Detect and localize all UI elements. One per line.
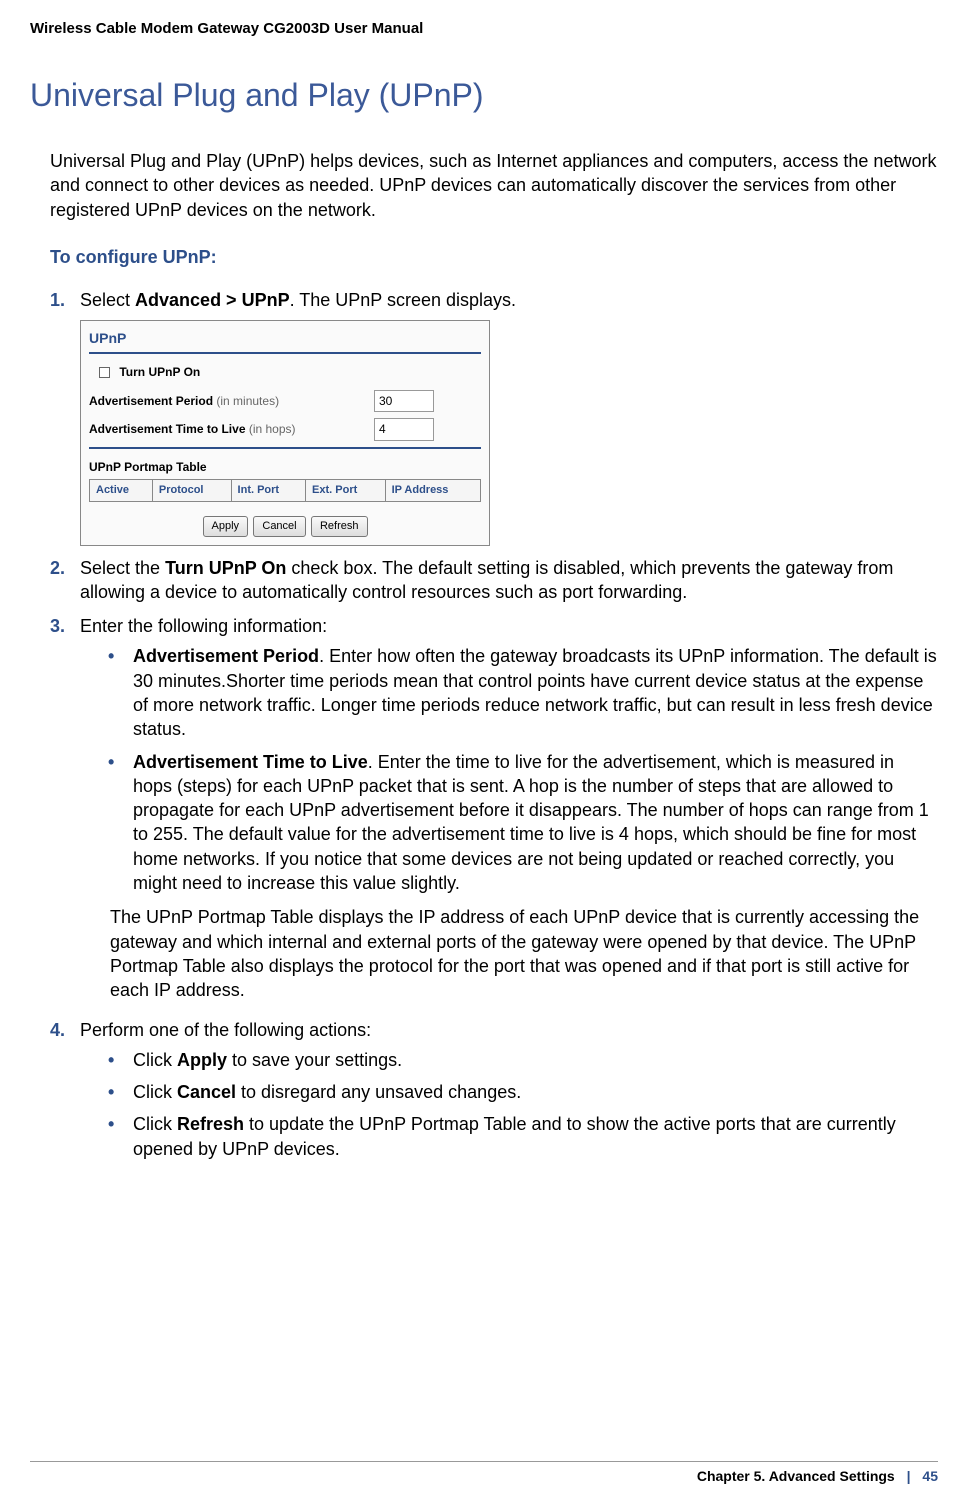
bullet-text: Click — [133, 1082, 177, 1102]
step-3: 3 Enter the following information: Adver… — [50, 614, 938, 1002]
field-label-text: Advertisement Period — [89, 394, 213, 408]
checkbox-label: Turn UPnP On — [119, 365, 200, 379]
divider — [89, 352, 481, 354]
list-item: Click Apply to save your settings. — [108, 1048, 938, 1072]
panel-title: UPnP — [89, 329, 481, 348]
bullet-text-tail: to disregard any unsaved changes. — [236, 1082, 521, 1102]
button-name: Apply — [177, 1050, 227, 1070]
page-footer: Chapter 5. Advanced Settings | 45 — [30, 1461, 938, 1484]
footer-separator: | — [907, 1468, 911, 1484]
footer-chapter: Chapter 5. Advanced Settings — [697, 1468, 895, 1484]
page-content: Universal Plug and Play (UPnP) Universal… — [0, 37, 978, 1161]
list-item: Advertisement Period. Enter how often th… — [108, 644, 938, 741]
step-number: 1 — [50, 288, 65, 312]
field-name: Advertisement Period — [133, 646, 319, 666]
apply-button[interactable]: Apply — [203, 516, 249, 537]
portmap-table-title: UPnP Portmap Table — [89, 459, 481, 475]
bullet-text: . Enter the time to live for the adverti… — [133, 752, 929, 893]
step-1: 1 Select Advanced > UPnP. The UPnP scree… — [50, 288, 938, 546]
page-title: Universal Plug and Play (UPnP) — [30, 77, 938, 114]
col-ext-port: Ext. Port — [306, 479, 386, 501]
intro-paragraph: Universal Plug and Play (UPnP) helps dev… — [50, 149, 938, 222]
col-int-port: Int. Port — [231, 479, 306, 501]
portmap-table: Active Protocol Int. Port Ext. Port IP A… — [89, 479, 481, 502]
step-number: 2 — [50, 556, 65, 580]
bullet-text-tail: to update the UPnP Portmap Table and to … — [133, 1114, 896, 1158]
cancel-button[interactable]: Cancel — [253, 516, 305, 537]
step-2: 2 Select the Turn UPnP On check box. The… — [50, 556, 938, 605]
field-label-text: Advertisement Time to Live — [89, 422, 246, 436]
advertisement-ttl-row: Advertisement Time to Live (in hops) 4 — [89, 418, 481, 440]
bullet-text: Click — [133, 1114, 177, 1134]
col-ip-address: IP Address — [385, 479, 480, 501]
step-number: 3 — [50, 614, 65, 638]
page-header: Wireless Cable Modem Gateway CG2003D Use… — [0, 0, 978, 37]
configure-heading: To configure UPnP: — [50, 247, 938, 268]
step-text: Select the — [80, 558, 165, 578]
option-name: Turn UPnP On — [165, 558, 286, 578]
field-hint: (in hops) — [246, 422, 296, 436]
field-label: Advertisement Period (in minutes) — [89, 393, 374, 409]
footer-page-number: 45 — [922, 1468, 938, 1484]
step-text: Select — [80, 290, 135, 310]
field-hint: (in minutes) — [213, 394, 279, 408]
sub-bullets: Advertisement Period. Enter how often th… — [108, 644, 938, 895]
col-protocol: Protocol — [152, 479, 231, 501]
upnp-screenshot: UPnP Turn UPnP On Advertisement Period (… — [80, 320, 490, 545]
table-header-row: Active Protocol Int. Port Ext. Port IP A… — [90, 479, 481, 501]
advertisement-period-input[interactable]: 30 — [374, 390, 434, 412]
turn-upnp-on-row: Turn UPnP On — [99, 364, 481, 380]
menu-path: Advanced > UPnP — [135, 290, 290, 310]
list-item: Click Refresh to update the UPnP Portmap… — [108, 1112, 938, 1161]
bullet-text-tail: to save your settings. — [227, 1050, 402, 1070]
sub-bullets: Click Apply to save your settings. Click… — [108, 1048, 938, 1161]
step-text-tail: . The UPnP screen displays. — [290, 290, 516, 310]
divider — [89, 447, 481, 449]
refresh-button[interactable]: Refresh — [311, 516, 368, 537]
portmap-description: The UPnP Portmap Table displays the IP a… — [110, 905, 938, 1002]
field-label: Advertisement Time to Live (in hops) — [89, 421, 374, 437]
field-name: Advertisement Time to Live — [133, 752, 368, 772]
list-item: Advertisement Time to Live. Enter the ti… — [108, 750, 938, 896]
step-number: 4 — [50, 1018, 65, 1042]
button-name: Refresh — [177, 1114, 244, 1134]
step-4: 4 Perform one of the following actions: … — [50, 1018, 938, 1161]
step-lead: Perform one of the following actions: — [80, 1020, 371, 1040]
advertisement-period-row: Advertisement Period (in minutes) 30 — [89, 390, 481, 412]
button-name: Cancel — [177, 1082, 236, 1102]
bullet-text: Click — [133, 1050, 177, 1070]
advertisement-ttl-input[interactable]: 4 — [374, 418, 434, 440]
button-row: Apply Cancel Refresh — [89, 516, 481, 537]
step-lead: Enter the following information: — [80, 616, 327, 636]
turn-upnp-on-checkbox[interactable] — [99, 367, 110, 378]
steps-list: 1 Select Advanced > UPnP. The UPnP scree… — [50, 288, 938, 1161]
list-item: Click Cancel to disregard any unsaved ch… — [108, 1080, 938, 1104]
doc-title: Wireless Cable Modem Gateway CG2003D Use… — [30, 20, 423, 37]
col-active: Active — [90, 479, 153, 501]
